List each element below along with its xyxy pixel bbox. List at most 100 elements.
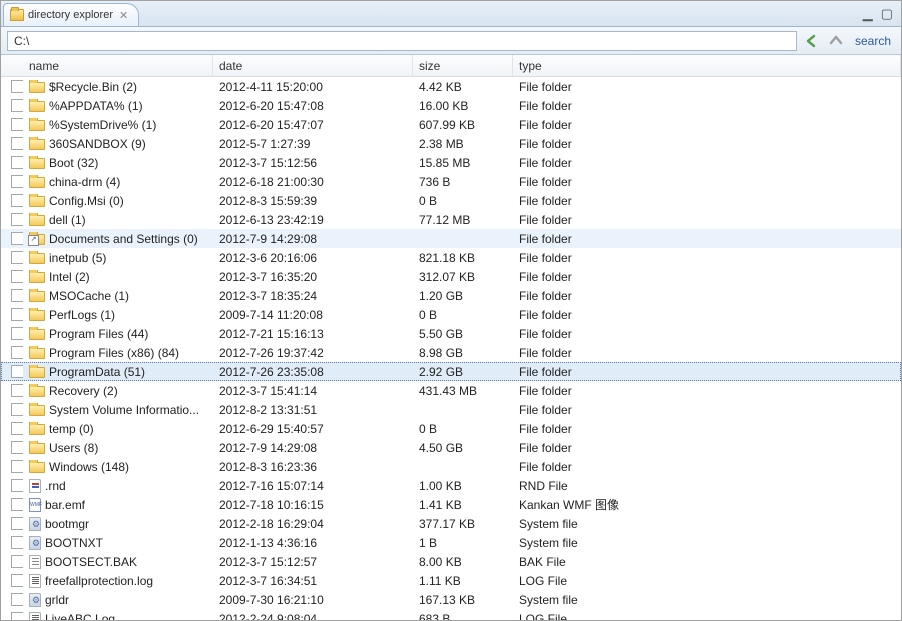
table-row[interactable]: Recovery (2)2012-3-7 15:41:14431.43 MBFi… [1, 381, 901, 400]
file-name: Windows (148) [49, 460, 129, 474]
file-type: File folder [513, 270, 901, 284]
row-checkbox[interactable] [11, 384, 23, 397]
row-checkbox[interactable] [11, 593, 23, 606]
column-header-check[interactable] [1, 55, 23, 76]
row-checkbox[interactable] [11, 403, 23, 416]
table-row[interactable]: PerfLogs (1)2009-7-14 11:20:080 BFile fo… [1, 305, 901, 324]
row-checkbox[interactable] [11, 612, 23, 620]
row-checkbox[interactable] [11, 441, 23, 454]
table-row[interactable]: Users (8)2012-7-9 14:29:084.50 GBFile fo… [1, 438, 901, 457]
file-size: 5.50 GB [413, 327, 513, 341]
file-type: System file [513, 536, 901, 550]
file-icon [29, 479, 41, 493]
row-checkbox[interactable] [11, 498, 23, 511]
row-checkbox[interactable] [11, 80, 23, 93]
path-input[interactable] [7, 31, 797, 51]
folder-icon [29, 291, 45, 302]
row-checkbox[interactable] [11, 289, 23, 302]
file-date: 2012-3-6 20:16:06 [213, 251, 413, 265]
table-row[interactable]: inetpub (5)2012-3-6 20:16:06821.18 KBFil… [1, 248, 901, 267]
row-checkbox[interactable] [11, 422, 23, 435]
file-icon [29, 498, 41, 512]
table-row[interactable]: temp (0)2012-6-29 15:40:570 BFile folder [1, 419, 901, 438]
row-checkbox[interactable] [11, 175, 23, 188]
table-row[interactable]: Intel (2)2012-3-7 16:35:20312.07 KBFile … [1, 267, 901, 286]
file-type: File folder [513, 251, 901, 265]
table-row[interactable]: 360SANDBOX (9)2012-5-7 1:27:392.38 MBFil… [1, 134, 901, 153]
file-type: File folder [513, 384, 901, 398]
row-checkbox[interactable] [11, 194, 23, 207]
file-date: 2012-8-3 16:23:36 [213, 460, 413, 474]
file-date: 2012-7-9 14:29:08 [213, 232, 413, 246]
table-row[interactable]: ProgramData (51)2012-7-26 23:35:082.92 G… [1, 362, 901, 381]
row-checkbox[interactable] [11, 460, 23, 473]
table-row[interactable]: %APPDATA% (1)2012-6-20 15:47:0816.00 KBF… [1, 96, 901, 115]
row-checkbox[interactable] [11, 517, 23, 530]
table-row[interactable]: BOOTNXT2012-1-13 4:36:161 BSystem file [1, 533, 901, 552]
table-row[interactable]: Config.Msi (0)2012-8-3 15:59:390 BFile f… [1, 191, 901, 210]
file-size: 683 B [413, 612, 513, 621]
row-checkbox[interactable] [11, 365, 23, 378]
column-header-date[interactable]: date [213, 55, 413, 76]
row-checkbox[interactable] [11, 213, 23, 226]
file-size: 377.17 KB [413, 517, 513, 531]
folder-icon [29, 215, 45, 226]
table-row[interactable]: bar.emf2012-7-18 10:16:151.41 KBKankan W… [1, 495, 901, 514]
table-row[interactable]: bootmgr2012-2-18 16:29:04377.17 KBSystem… [1, 514, 901, 533]
column-header-type[interactable]: type [513, 55, 901, 76]
file-type: File folder [513, 80, 901, 94]
folder-icon [29, 158, 45, 169]
table-row[interactable]: Boot (32)2012-3-7 15:12:5615.85 MBFile f… [1, 153, 901, 172]
row-checkbox[interactable] [11, 346, 23, 359]
file-name: Recovery (2) [49, 384, 118, 398]
table-row[interactable]: .rnd2012-7-16 15:07:141.00 KBRND File [1, 476, 901, 495]
row-checkbox[interactable] [11, 251, 23, 264]
table-row[interactable]: Windows (148)2012-8-3 16:23:36File folde… [1, 457, 901, 476]
table-row[interactable]: Program Files (44)2012-7-21 15:16:135.50… [1, 324, 901, 343]
table-row[interactable]: MSOCache (1)2012-3-7 18:35:241.20 GBFile… [1, 286, 901, 305]
table-row[interactable]: grldr2009-7-30 16:21:10167.13 KBSystem f… [1, 590, 901, 609]
tab-directory-explorer[interactable]: directory explorer ✕ [3, 3, 139, 26]
search-link[interactable]: search [851, 34, 895, 48]
maximize-icon[interactable]: ▢ [881, 6, 893, 22]
file-list[interactable]: $Recycle.Bin (2)2012-4-11 15:20:004.42 K… [1, 77, 901, 620]
table-row[interactable]: Program Files (x86) (84)2012-7-26 19:37:… [1, 343, 901, 362]
row-checkbox[interactable] [11, 232, 23, 245]
file-type: LOG File [513, 574, 901, 588]
folder-icon [29, 462, 45, 473]
file-size: 1.41 KB [413, 498, 513, 512]
row-checkbox[interactable] [11, 118, 23, 131]
row-checkbox[interactable] [11, 99, 23, 112]
folder-icon [10, 9, 24, 21]
table-row[interactable]: $Recycle.Bin (2)2012-4-11 15:20:004.42 K… [1, 77, 901, 96]
file-date: 2012-6-20 15:47:07 [213, 118, 413, 132]
table-row[interactable]: BOOTSECT.BAK2012-3-7 15:12:578.00 KBBAK … [1, 552, 901, 571]
file-name: grldr [45, 593, 69, 607]
table-row[interactable]: china-drm (4)2012-6-18 21:00:30736 BFile… [1, 172, 901, 191]
close-icon[interactable]: ✕ [117, 9, 130, 22]
file-icon [29, 517, 41, 531]
file-date: 2012-7-26 19:37:42 [213, 346, 413, 360]
table-row[interactable]: Documents and Settings (0)2012-7-9 14:29… [1, 229, 901, 248]
table-row[interactable]: System Volume Informatio...2012-8-2 13:3… [1, 400, 901, 419]
back-icon[interactable] [803, 32, 821, 50]
column-header-name[interactable]: name [23, 55, 213, 76]
row-checkbox[interactable] [11, 270, 23, 283]
row-checkbox[interactable] [11, 574, 23, 587]
row-checkbox[interactable] [11, 479, 23, 492]
column-header-size[interactable]: size [413, 55, 513, 76]
minimize-icon[interactable]: ▁ [863, 6, 873, 22]
row-checkbox[interactable] [11, 555, 23, 568]
row-checkbox[interactable] [11, 137, 23, 150]
file-type: File folder [513, 137, 901, 151]
row-checkbox[interactable] [11, 308, 23, 321]
row-checkbox[interactable] [11, 536, 23, 549]
table-row[interactable]: %SystemDrive% (1)2012-6-20 15:47:07607.9… [1, 115, 901, 134]
row-checkbox[interactable] [11, 327, 23, 340]
table-row[interactable]: dell (1)2012-6-13 23:42:1977.12 MBFile f… [1, 210, 901, 229]
table-row[interactable]: LiveABC.Log2012-2-24 9:08:04683 BLOG Fil… [1, 609, 901, 620]
table-row[interactable]: freefallprotection.log2012-3-7 16:34:511… [1, 571, 901, 590]
file-date: 2012-6-20 15:47:08 [213, 99, 413, 113]
up-icon[interactable] [827, 32, 845, 50]
row-checkbox[interactable] [11, 156, 23, 169]
